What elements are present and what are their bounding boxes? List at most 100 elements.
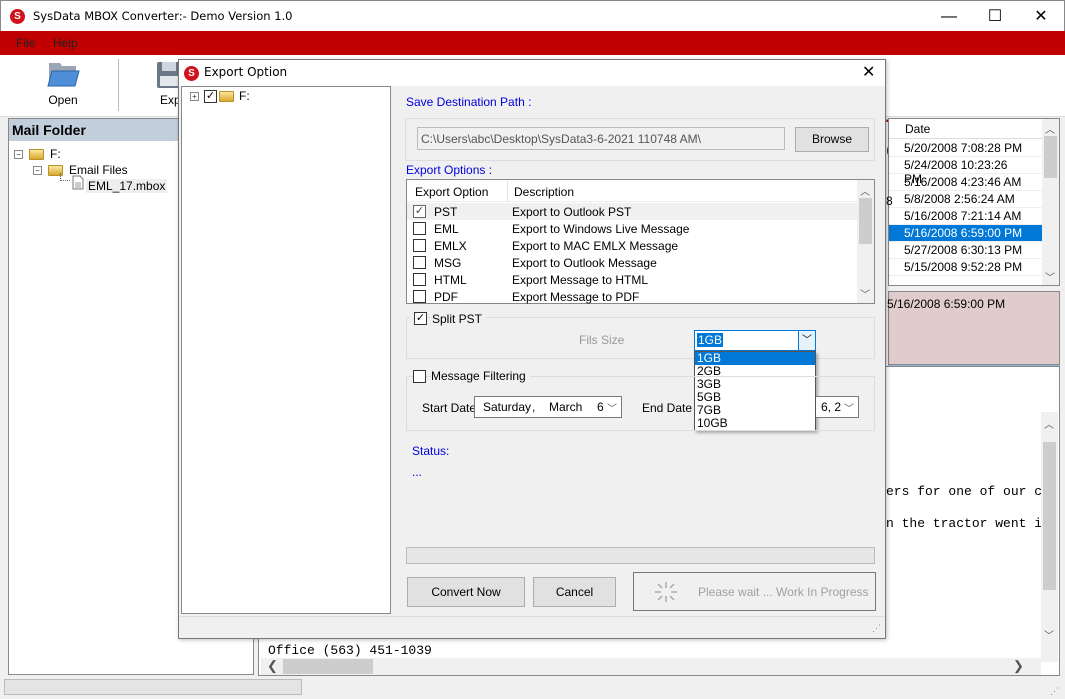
folder-icon bbox=[219, 91, 234, 102]
export-option-row[interactable]: MSG Export to Outlook Message bbox=[407, 254, 857, 271]
destination-group: Browse bbox=[405, 118, 875, 161]
split-pst-checkbox[interactable]: ✓ bbox=[414, 312, 427, 325]
message-filter-label: Message Filtering bbox=[431, 369, 530, 383]
tree-node-root[interactable]: F: bbox=[239, 89, 250, 103]
file-icon bbox=[72, 175, 84, 190]
export-option-checkbox[interactable] bbox=[413, 273, 426, 286]
scroll-right-icon[interactable]: ❯ bbox=[1013, 658, 1024, 674]
export-option-checkbox[interactable] bbox=[413, 239, 426, 252]
export-option-checkbox[interactable] bbox=[413, 222, 426, 235]
chevron-down-icon[interactable]: ﹀ bbox=[607, 400, 617, 415]
end-date-label: End Date bbox=[642, 401, 693, 415]
scroll-up-icon[interactable]: ︿ bbox=[860, 183, 870, 198]
start-month: March bbox=[549, 400, 583, 414]
column-header-option[interactable]: Export Option bbox=[415, 185, 488, 199]
export-option-name: HTML bbox=[434, 273, 467, 287]
mail-list-row[interactable]: 5/8/2008 2:56:24 AM bbox=[889, 191, 1042, 208]
menu-help[interactable]: Help bbox=[53, 36, 78, 50]
body-line: ers for one of our c bbox=[886, 484, 1043, 499]
scroll-down-icon[interactable]: ﹀ bbox=[1044, 627, 1054, 642]
toolbar-separator bbox=[118, 59, 119, 111]
collapse-icon[interactable]: − bbox=[14, 150, 23, 159]
scroll-up-icon[interactable]: ︿ bbox=[1044, 416, 1054, 431]
export-option-row[interactable]: PDF Export Message to PDF bbox=[407, 288, 857, 305]
convert-now-button[interactable]: Convert Now bbox=[407, 577, 525, 607]
mail-list-row[interactable]: 5/20/2008 7:08:28 PM bbox=[889, 140, 1042, 157]
mail-list-row[interactable]: 5/16/2008 6:59:00 PM bbox=[889, 225, 1042, 242]
mail-list-row[interactable]: 5/16/2008 7:21:14 AM bbox=[889, 208, 1042, 225]
app-logo-icon: S bbox=[10, 9, 25, 24]
dialog-folder-tree: + ✓ F: bbox=[181, 86, 391, 614]
collapse-icon[interactable]: − bbox=[33, 166, 42, 175]
mail-list-row[interactable]: 5/24/2008 10:23:26 PM bbox=[889, 157, 1042, 186]
tree-node-root[interactable]: F: bbox=[50, 147, 61, 161]
export-option-description: Export to Windows Live Message bbox=[512, 222, 690, 236]
menu-file[interactable]: File bbox=[16, 36, 35, 50]
cancel-button[interactable]: Cancel bbox=[533, 577, 616, 607]
end-date-picker[interactable]: 6, 2 ﹀ bbox=[816, 396, 859, 418]
message-filter-checkbox[interactable] bbox=[413, 370, 426, 383]
status-value: ... bbox=[412, 465, 423, 479]
scroll-down-icon[interactable]: ﹀ bbox=[860, 286, 870, 301]
status-bar bbox=[4, 679, 302, 695]
column-header-date[interactable]: Date bbox=[889, 119, 1042, 139]
export-option-name: PDF bbox=[434, 290, 458, 304]
progress-message: Please wait ... Work In Progress bbox=[698, 585, 869, 599]
export-option-row[interactable]: HTML Export Message to HTML bbox=[407, 271, 857, 288]
body-footer-line: Office (563) 451-1039 bbox=[268, 643, 432, 658]
export-option-checkbox[interactable] bbox=[413, 290, 426, 303]
export-option-row[interactable]: EMLX Export to MAC EMLX Message bbox=[407, 237, 857, 254]
export-option-checkbox[interactable]: ✓ bbox=[413, 205, 426, 218]
scroll-up-icon[interactable]: ︿ bbox=[1045, 121, 1055, 136]
tree-node-mbox-file[interactable]: EML_17.mbox bbox=[86, 179, 168, 193]
scroll-thumb[interactable] bbox=[283, 659, 373, 674]
title-bar: S SysData MBOX Converter:- Demo Version … bbox=[0, 0, 1065, 31]
mail-list-row[interactable]: 5/16/2008 4:23:46 AM bbox=[889, 174, 1042, 191]
scroll-left-icon[interactable]: ❮ bbox=[267, 658, 278, 674]
scroll-thumb[interactable] bbox=[1043, 442, 1056, 590]
end-date-value: 6, 2 bbox=[821, 400, 842, 414]
body-horizontal-scrollbar[interactable]: ❮ ❯ bbox=[261, 658, 1041, 675]
column-header-description[interactable]: Description bbox=[514, 185, 574, 199]
chevron-down-icon[interactable]: ﹀ bbox=[844, 400, 854, 415]
body-vertical-scrollbar[interactable]: ︿ ﹀ bbox=[1041, 412, 1058, 662]
minimize-button[interactable]: — bbox=[926, 1, 972, 32]
menu-bar: File Help bbox=[0, 31, 1065, 55]
split-pst-label: Split PST bbox=[432, 312, 487, 326]
tree-root-checkbox[interactable]: ✓ bbox=[204, 90, 217, 103]
start-date-picker[interactable]: Saturday , March 6 ﹀ bbox=[474, 396, 622, 418]
status-label: Status: bbox=[412, 444, 450, 458]
resize-grip-icon[interactable]: ⋰ bbox=[1050, 686, 1059, 697]
list-scrollbar[interactable]: ︿ ﹀ bbox=[1042, 119, 1059, 285]
resize-grip-icon[interactable]: ⋰ bbox=[872, 623, 881, 634]
chevron-down-icon[interactable]: ﹀ bbox=[798, 331, 815, 350]
spinner-icon bbox=[655, 582, 677, 602]
scroll-thumb[interactable] bbox=[1044, 136, 1057, 178]
options-scrollbar[interactable]: ︿ ﹀ bbox=[857, 180, 874, 303]
dialog-close-button[interactable]: ✕ bbox=[862, 62, 875, 82]
work-in-progress-panel: Please wait ... Work In Progress bbox=[633, 572, 876, 611]
mail-list-row[interactable]: 5/15/2008 9:52:28 PM bbox=[889, 259, 1042, 276]
export-option-description: Export to Outlook PST bbox=[512, 205, 632, 219]
export-option-row[interactable]: EML Export to Windows Live Message bbox=[407, 220, 857, 237]
save-destination-label: Save Destination Path : bbox=[406, 95, 532, 109]
export-option-row[interactable]: ✓ PST Export to Outlook PST bbox=[407, 203, 857, 220]
expand-icon[interactable]: + bbox=[190, 92, 199, 101]
mail-list-row[interactable]: 5/27/2008 6:30:13 PM bbox=[889, 242, 1042, 259]
save-path-input[interactable] bbox=[417, 127, 785, 150]
maximize-button[interactable]: ☐ bbox=[972, 1, 1018, 32]
tree-connector bbox=[60, 173, 70, 181]
export-option-name: EMLX bbox=[434, 239, 467, 253]
export-options-label: Export Options : bbox=[406, 163, 493, 177]
scroll-thumb[interactable] bbox=[859, 198, 872, 244]
browse-button[interactable]: Browse bbox=[795, 127, 869, 152]
folder-open-icon bbox=[47, 63, 80, 87]
open-button[interactable]: Open bbox=[30, 55, 96, 115]
file-size-label: Fils Size bbox=[579, 333, 625, 347]
split-pst-toggle[interactable]: ✓ Split PST bbox=[410, 311, 487, 327]
app-logo-icon: S bbox=[184, 66, 199, 81]
export-option-checkbox[interactable] bbox=[413, 256, 426, 269]
close-button[interactable]: ✕ bbox=[1018, 1, 1064, 32]
scroll-down-icon[interactable]: ﹀ bbox=[1045, 269, 1055, 284]
file-size-select[interactable]: 1GB ﹀ bbox=[694, 330, 816, 351]
